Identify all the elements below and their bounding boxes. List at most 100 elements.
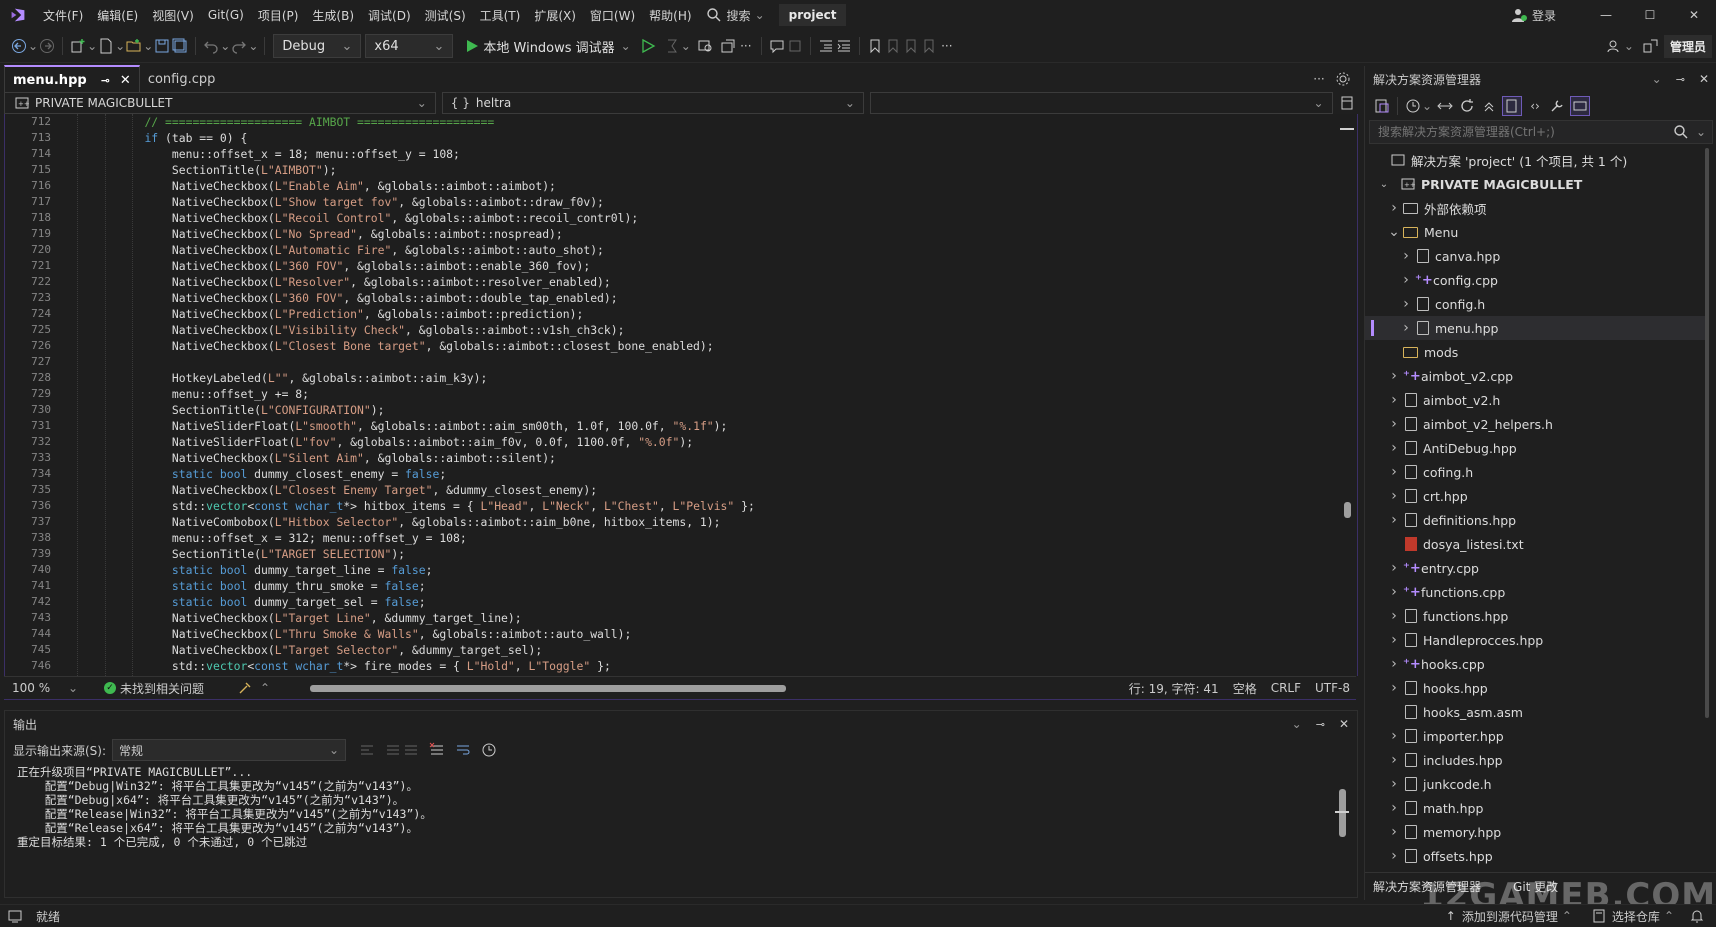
code-line[interactable]: NativeCheckbox(L"Resolver", &globals::ai… — [117, 274, 1337, 290]
more-icon[interactable]: ··· — [938, 37, 956, 55]
start-without-debugging-icon[interactable] — [639, 37, 657, 55]
code-line[interactable]: NativeCheckbox(L"Thru Smoke & Walls", &g… — [117, 626, 1337, 642]
output-source-select[interactable]: 常规 ⌄ — [112, 739, 347, 761]
menu-item[interactable]: 扩展(X) — [527, 7, 583, 24]
close-panel-icon[interactable]: ✕ — [1339, 717, 1349, 731]
add-to-source-control-button[interactable]: ↑ 添加到源代码管理 ⌃ — [1446, 908, 1572, 925]
code-line[interactable]: NativeCheckbox(L"Target Selector", &dumm… — [117, 642, 1337, 658]
solution-search-input[interactable] — [1376, 124, 1672, 140]
prev-bookmark-icon[interactable] — [884, 37, 902, 55]
chevron-right-icon[interactable]: › — [1399, 320, 1413, 336]
code-line[interactable]: static bool dummy_thru_smoke = false; — [117, 578, 1337, 594]
tree-item[interactable]: › ⁺+ functions.cpp — [1365, 580, 1705, 604]
back-navigate-icon[interactable] — [10, 37, 28, 55]
tree-item[interactable]: › importer.hpp — [1365, 724, 1705, 748]
chevron-down-icon[interactable]: ⌄ — [87, 39, 97, 53]
issues-indicator[interactable]: ✓ 未找到相关问题 — [104, 680, 204, 697]
code-line[interactable]: NativeCheckbox(L"Automatic Fire", &globa… — [117, 242, 1337, 258]
code-line[interactable]: NativeSliderFloat(L"smooth", &globals::a… — [117, 418, 1337, 434]
tree-item[interactable]: › junkcode.h — [1365, 772, 1705, 796]
undo-icon[interactable] — [202, 37, 220, 55]
indent-icon[interactable] — [835, 37, 853, 55]
menu-item[interactable]: 项目(P) — [251, 7, 306, 24]
pin-icon[interactable]: ⊸ — [1676, 73, 1685, 86]
tree-item[interactable]: › aimbot_v2.h — [1365, 388, 1705, 412]
code-line[interactable] — [117, 354, 1337, 370]
chevron-down-icon[interactable]: ⌄ — [1292, 717, 1302, 731]
code-line[interactable]: NativeCheckbox(L"Enable Aim", &globals::… — [117, 178, 1337, 194]
properties-wrench-icon[interactable] — [1548, 97, 1566, 115]
chevron-down-icon[interactable]: ⌄ — [1696, 125, 1706, 139]
visual-studio-logo-icon[interactable] — [8, 6, 28, 24]
uncomment-icon[interactable] — [786, 37, 804, 55]
chevron-right-icon[interactable]: › — [1387, 488, 1401, 504]
cleanup-brush-icon[interactable] — [236, 679, 254, 697]
new-project-icon[interactable] — [69, 37, 87, 55]
output-vertical-scrollbar[interactable] — [1335, 771, 1349, 883]
menu-item[interactable]: 调试(D) — [361, 7, 418, 24]
code-line[interactable]: NativeCombobox(L"Hitbox Selector", &glob… — [117, 514, 1337, 530]
tree-item[interactable]: › math.hpp — [1365, 796, 1705, 820]
menu-item[interactable]: 窗口(W) — [583, 7, 642, 24]
switch-views-icon[interactable] — [1373, 97, 1391, 115]
chevron-right-icon[interactable]: › — [1387, 848, 1401, 864]
notifications-bell-icon[interactable] — [1688, 907, 1706, 925]
chevron-right-icon[interactable]: › — [1399, 248, 1413, 264]
chevron-right-icon[interactable]: › — [1399, 296, 1413, 312]
pin-icon[interactable]: ⊸ — [101, 74, 110, 87]
go-to-next-message-icon[interactable] — [384, 741, 402, 759]
menu-item[interactable]: 帮助(H) — [642, 7, 698, 24]
code-line[interactable]: std::vector<const wchar_t*> hitbox_items… — [117, 498, 1337, 514]
outdent-icon[interactable] — [817, 37, 835, 55]
pin-icon[interactable]: ⊸ — [1316, 718, 1325, 731]
tree-item[interactable]: mods — [1365, 340, 1705, 364]
chevron-right-icon[interactable]: › — [1387, 680, 1401, 696]
clock-icon[interactable] — [480, 741, 498, 759]
configuration-select[interactable]: Debug ⌄ — [273, 34, 362, 58]
chevron-down-icon[interactable]: ⌄ — [220, 39, 230, 53]
menu-item[interactable]: 文件(F) — [36, 7, 90, 24]
chevron-down-icon[interactable]: ⌄ — [1652, 72, 1662, 86]
chevron-right-icon[interactable]: › — [1399, 272, 1413, 288]
output-window-icon[interactable] — [6, 907, 24, 925]
chevron-right-icon[interactable]: › — [1387, 464, 1401, 480]
chevron-right-icon[interactable]: › — [1387, 752, 1401, 768]
code-line[interactable]: menu::offset_y += 8; — [117, 386, 1337, 402]
tab-overflow-icon[interactable]: ··· — [1310, 70, 1328, 88]
start-debugging-button[interactable]: 本地 Windows 调试器 ⌄ — [463, 37, 631, 56]
comment-icon[interactable] — [768, 37, 786, 55]
menu-item[interactable]: 生成(B) — [305, 7, 361, 24]
zoom-dropdown[interactable]: 100 % ⌄ — [4, 681, 84, 695]
file-encoding[interactable]: UTF-8 — [1315, 681, 1350, 695]
tab-config-cpp[interactable]: config.cpp — [140, 66, 224, 92]
save-all-icon[interactable] — [171, 37, 189, 55]
next-bookmark-icon[interactable] — [902, 37, 920, 55]
code-line[interactable]: static bool dummy_closest_enemy = false; — [117, 466, 1337, 482]
code-line[interactable]: NativeCheckbox(L"360 FOV", &globals::aim… — [117, 290, 1337, 306]
code-text[interactable]: // ==================== AIMBOT =========… — [117, 114, 1337, 676]
select-repository-button[interactable]: 选择仓库 ⌃ — [1590, 907, 1674, 925]
chevron-down-icon[interactable]: ⌄ — [143, 39, 153, 53]
chevron-right-icon[interactable]: › — [1387, 512, 1401, 528]
forward-navigate-icon[interactable] — [38, 37, 56, 55]
menu-item[interactable]: 测试(S) — [418, 7, 473, 24]
chevron-right-icon[interactable]: › — [1387, 632, 1401, 648]
bookmark-icon[interactable] — [866, 37, 884, 55]
menu-item[interactable]: 工具(T) — [473, 7, 528, 24]
code-line[interactable]: static bool dummy_target_line = false; — [117, 562, 1337, 578]
code-line[interactable]: SectionTitle(L"TARGET SELECTION"); — [117, 546, 1337, 562]
tree-item[interactable]: › config.h — [1365, 292, 1705, 316]
tree-item[interactable]: › ⁺+ aimbot_v2.cpp — [1365, 364, 1705, 388]
chevron-down-icon[interactable]: ⌄ — [115, 39, 125, 53]
chevron-right-icon[interactable]: › — [1387, 776, 1401, 792]
more-icon[interactable]: ··· — [737, 37, 755, 55]
go-to-message-icon[interactable] — [402, 741, 420, 759]
search-icon[interactable] — [1672, 123, 1690, 141]
save-icon[interactable] — [153, 37, 171, 55]
code-line[interactable]: menu::offset_x = 18; menu::offset_y = 10… — [117, 146, 1337, 162]
tree-item[interactable]: › offsets.hpp — [1365, 844, 1705, 868]
code-line[interactable]: SectionTitle(L"AIMBOT"); — [117, 162, 1337, 178]
chevron-right-icon[interactable]: › — [1387, 824, 1401, 840]
code-line[interactable]: NativeCheckbox(L"Closest Enemy Target", … — [117, 482, 1337, 498]
collapse-all-icon[interactable] — [1480, 97, 1498, 115]
